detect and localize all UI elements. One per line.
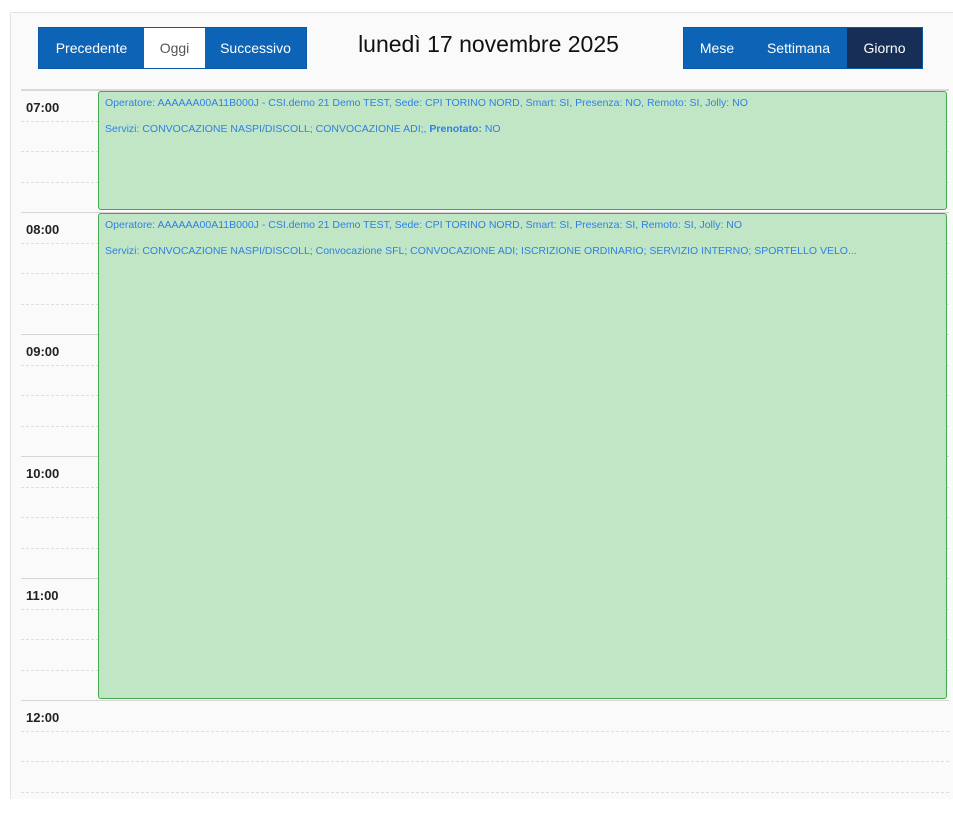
calendar-container: Precedente Oggi Successivo lunedì 17 nov… [10, 12, 953, 799]
event-booked-label: Prenotato: [429, 123, 482, 135]
time-label: 09:00 [26, 344, 96, 359]
day-view-button[interactable]: Giorno [847, 28, 922, 68]
navigation-button-group: Precedente Oggi Successivo [38, 27, 307, 69]
next-button[interactable]: Successivo [205, 28, 306, 68]
time-label: 12:00 [26, 710, 96, 725]
time-label: 10:00 [26, 466, 96, 481]
time-label: 08:00 [26, 222, 96, 237]
calendar-event[interactable]: Operatore: AAAAAA00A11B000J - CSI.demo 2… [98, 91, 947, 210]
month-view-button[interactable]: Mese [684, 28, 750, 68]
today-button[interactable]: Oggi [144, 28, 205, 68]
event-booked-value: NO [485, 123, 501, 135]
time-slot[interactable] [21, 731, 949, 762]
calendar-event[interactable]: Operatore: AAAAAA00A11B000J - CSI.demo 2… [98, 213, 947, 699]
time-slot[interactable] [21, 761, 949, 792]
event-services-info: Servizi: CONVOCAZIONE NASPI/DISCOLL; CON… [105, 122, 940, 136]
view-button-group: Mese Settimana Giorno [683, 27, 923, 69]
calendar-toolbar: Precedente Oggi Successivo lunedì 17 nov… [11, 13, 953, 83]
event-services-info: Servizi: CONVOCAZIONE NASPI/DISCOLL; Con… [105, 244, 940, 258]
previous-button[interactable]: Precedente [39, 28, 144, 68]
calendar-date-title: lunedì 17 novembre 2025 [311, 27, 666, 63]
time-label: 07:00 [26, 100, 96, 115]
time-label: 11:00 [26, 588, 96, 603]
day-time-grid: 07:00 08:00 09:00 10:00 11:00 12:00 Operatore… [21, 89, 949, 800]
event-operator-info: Operatore: AAAAAA00A11B000J - CSI.demo 2… [105, 96, 940, 110]
time-slot-hour[interactable]: 12:00 [21, 700, 949, 731]
time-slot[interactable] [21, 792, 949, 822]
week-view-button[interactable]: Settimana [750, 28, 847, 68]
event-operator-info: Operatore: AAAAAA00A11B000J - CSI.demo 2… [105, 218, 940, 232]
event-services-text: Servizi: CONVOCAZIONE NASPI/DISCOLL; CON… [105, 123, 426, 135]
